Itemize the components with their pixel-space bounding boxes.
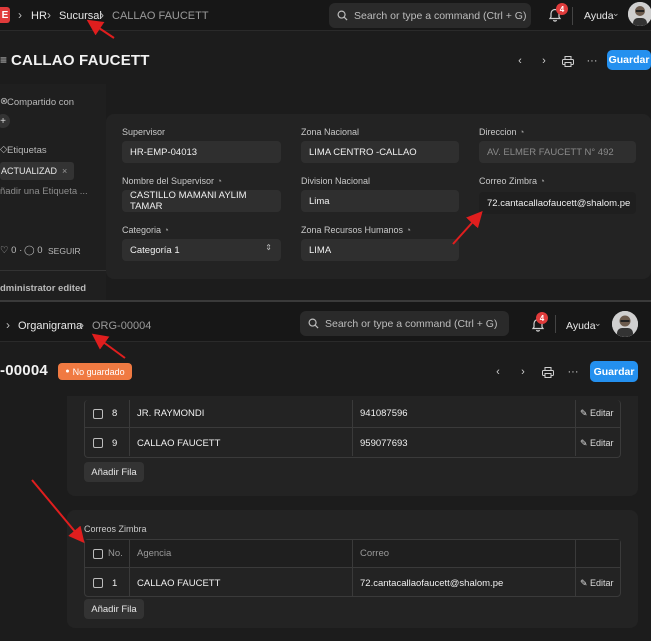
comments-count[interactable]: ◯ 0 [24,245,43,256]
direccion-field: AV. ELMER FAUCETT N° 492 [479,141,636,163]
correos-zimbra-heading: Correos Zimbra [84,524,147,534]
categoria-label: Categoria ◔ [122,225,169,235]
supervisor-label: Supervisor [122,127,166,137]
info-icon: ◔ [539,176,545,186]
row-agencia: CALLAO FAUCETT [137,577,221,589]
division-nacional-label: Division Nacional [301,176,371,186]
breadcrumb-chevron-icon: › [80,318,84,332]
help-menu[interactable]: Ayuda [584,10,614,22]
tag-pill[interactable]: ACTUALIZADO × [0,162,74,180]
search-input[interactable]: Search or type a command (Ctrl + G) [300,311,509,336]
app-logo[interactable]: E [0,7,10,23]
breadcrumb-chevron-icon: › [18,8,22,22]
add-row-button[interactable]: Añadir Fila [84,462,144,482]
previous-record-icon[interactable]: ‹ [511,52,529,70]
direccion-label: Direccion ◔ [479,127,525,137]
likes-count[interactable]: ♡ 0 · [0,245,22,256]
breadcrumb-organigrama[interactable]: Organigrama [18,320,82,332]
breadcrumb-current: CALLAO FAUCETT [112,10,209,22]
search-icon [308,318,319,329]
breadcrumb-current: ORG-00004 [92,320,152,332]
correos-table: No. Agencia Correo 1 CALLAO FAUCETT 72.c… [84,539,621,597]
previous-record-icon[interactable]: ‹ [489,363,507,381]
zona-rrhh-label: Zona Recursos Humanos ◔ [301,225,411,235]
info-icon: ◔ [519,127,525,137]
organigrama-form-panel: › Organigrama › ORG-00004 Search or type… [0,302,651,641]
more-actions-icon[interactable]: ··· [564,363,582,381]
column-divider [575,540,576,596]
help-menu[interactable]: Ayuda [566,320,596,332]
branch-form-panel: E › HR › Sucursal › CALLAO FAUCETT Searc… [0,0,651,300]
print-icon[interactable] [539,363,557,381]
save-button[interactable]: Guardar [590,361,638,382]
row-phone: 959077693 [360,437,408,449]
info-icon: ◔ [163,225,169,235]
dot-icon: ● [65,368,70,375]
notification-count-badge: 4 [536,312,548,324]
sidebar-divider [0,270,106,271]
breadcrumb-chevron-icon: › [47,8,51,22]
breadcrumb-chevron-icon: › [100,8,104,22]
top-navbar: E › HR › Sucursal › CALLAO FAUCETT Searc… [0,0,651,31]
sidebar-toggle-icon[interactable]: ≡ [0,53,7,67]
row-phone: 941087596 [360,408,408,419]
navbar-divider [555,315,556,333]
zona-nacional-field[interactable]: LIMA CENTRO -CALLAO [301,141,459,163]
nombre-supervisor-field[interactable]: CASTILLO MAMANI AYLIM TAMAR [122,190,281,212]
chevron-down-icon: ⌄ [594,318,602,328]
add-row-button[interactable]: Añadir Fila [84,599,144,619]
user-avatar[interactable] [612,311,638,337]
row-checkbox[interactable] [93,578,103,588]
search-icon [337,10,348,21]
more-actions-icon[interactable]: ··· [583,52,601,70]
chevron-down-icon: ⌄ [612,8,620,18]
edit-row-button[interactable]: ✎ Editar [580,578,614,589]
activity-entry: dministrator edited [0,283,87,294]
categoria-select[interactable]: Categoría 1 ⇕ [122,239,281,261]
user-avatar[interactable] [628,2,651,26]
tags-label: Etiquetas [7,145,47,156]
follow-button[interactable]: SEGUIR [48,246,81,256]
select-chevron-icon: ⇕ [265,243,272,252]
row-name: JR. RAYMONDI [137,408,205,419]
column-divider [129,400,130,456]
navbar-divider [572,7,573,25]
remove-tag-icon[interactable]: × [62,166,67,176]
row-name: CALLAO FAUCETT [137,437,221,449]
zona-rrhh-field[interactable]: LIMA [301,239,459,261]
next-record-icon[interactable]: › [514,363,532,381]
breadcrumb-chevron-icon: › [6,318,10,332]
breadcrumb-hr[interactable]: HR [31,10,47,22]
breadcrumb-sucursal[interactable]: Sucursal [59,10,102,22]
save-button[interactable]: Guardar [607,50,651,70]
column-divider [352,540,353,596]
nombre-supervisor-label: Nombre del Supervisor ◔ [122,176,222,186]
shared-with-label: Compartido con [7,97,75,108]
division-nacional-field[interactable]: Lima [301,190,459,212]
column-divider [129,540,130,596]
row-checkbox[interactable] [93,438,103,448]
select-all-checkbox[interactable] [93,548,103,559]
column-divider [352,400,353,456]
unsaved-badge: ● No guardado [58,363,132,380]
search-input[interactable]: Search or type a command (Ctrl + G) [329,3,531,28]
add-tag-link[interactable]: ñadir una Etiqueta ... [0,186,88,197]
row-checkbox[interactable] [93,408,103,419]
row-correo: 72.cantacallaofaucett@shalom.pe [360,577,504,589]
info-icon: ◔ [216,176,222,186]
info-icon: ◔ [405,225,411,235]
sucursales-table: 8 JR. RAYMONDI 941087596 ✎ Editar 9 CALL… [84,400,621,458]
page-title: -00004 [0,362,48,379]
edit-row-button[interactable]: ✎ Editar [580,408,614,419]
correo-zimbra-field[interactable]: 72.cantacallaofaucett@shalom.pe [479,192,636,214]
zona-nacional-label: Zona Nacional [301,127,360,137]
supervisor-field[interactable]: HR-EMP-04013 [122,141,281,163]
page-title: CALLAO FAUCETT [11,52,150,69]
print-icon[interactable] [559,52,577,70]
next-record-icon[interactable]: › [535,52,553,70]
correo-zimbra-label: Correo Zimbra ◔ [479,176,545,186]
notification-count-badge: 4 [556,3,568,15]
column-divider [575,400,576,456]
edit-row-button[interactable]: ✎ Editar [580,438,614,449]
